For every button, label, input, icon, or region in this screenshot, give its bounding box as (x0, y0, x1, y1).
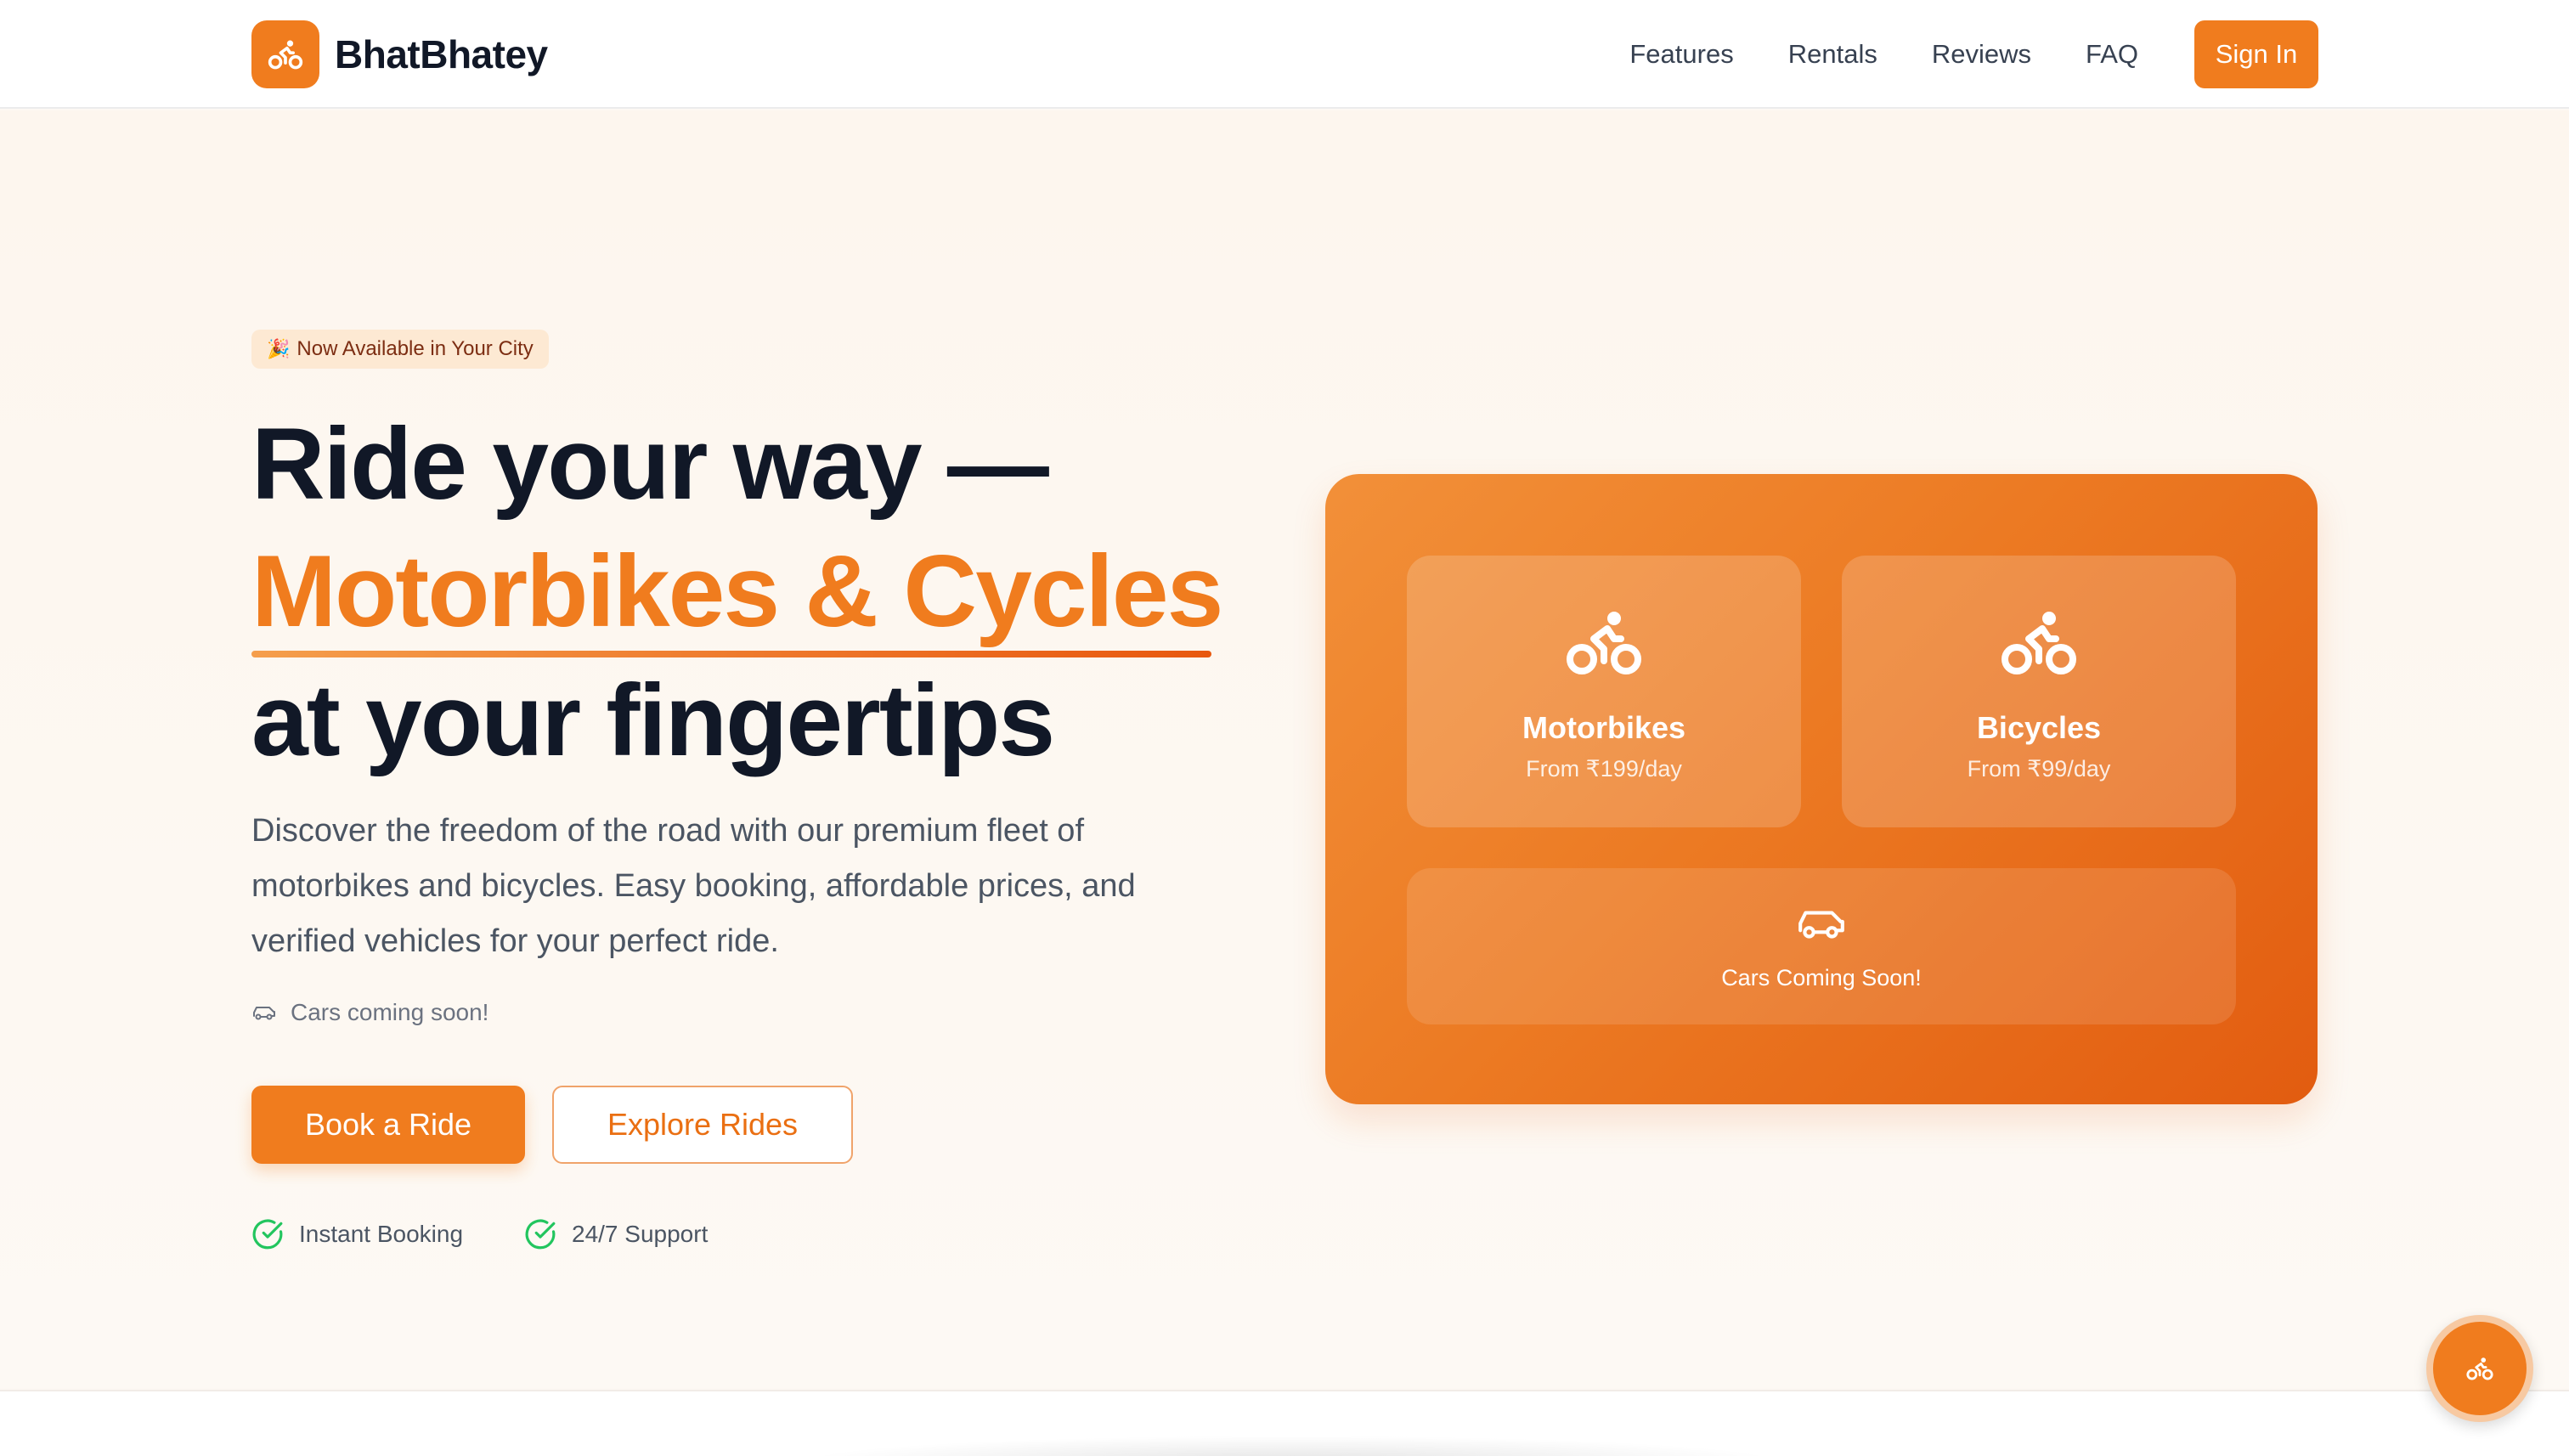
bicycle-icon (1567, 612, 1641, 674)
explore-rides-button[interactable]: Explore Rides (552, 1086, 853, 1164)
tile-cars-coming-soon: Cars Coming Soon! (1407, 868, 2236, 1024)
book-ride-button[interactable]: Book a Ride (251, 1086, 525, 1164)
cars-note-text: Cars coming soon! (291, 999, 489, 1025)
cars-coming-soon-note: Cars coming soon! (251, 999, 488, 1026)
feature-instant-booking: Instant Booking (251, 1218, 463, 1250)
floating-action-button[interactable] (2426, 1315, 2533, 1422)
nav-link-rentals[interactable]: Rentals (1788, 39, 1877, 70)
check-circle-icon (525, 1219, 556, 1250)
tile-bicycles[interactable]: Bicycles From ₹99/day (1842, 556, 2236, 827)
headline-line-2: Motorbikes & Cycles (251, 534, 1223, 648)
car-icon (1798, 911, 1844, 939)
bicycle-icon (2002, 612, 2076, 674)
availability-badge: 🎉 Now Available in Your City (251, 330, 549, 369)
feature-support: 24/7 Support (524, 1218, 708, 1250)
tile-motorbikes[interactable]: Motorbikes From ₹199/day (1407, 556, 1801, 827)
bicycle-icon (2466, 1357, 2493, 1380)
car-icon (253, 1007, 275, 1020)
bicycle-icon (251, 20, 319, 88)
headline-line-3: at your fingertips (251, 663, 1055, 777)
brand[interactable]: BhatBhatey (251, 20, 548, 88)
nav-link-reviews[interactable]: Reviews (1932, 39, 2031, 70)
tile-title: Bicycles (1976, 710, 2102, 745)
sign-in-button[interactable]: Sign In (2194, 20, 2318, 88)
nav-links: Features Rentals Reviews FAQ Sign In (1629, 20, 2318, 88)
tile-title: Motorbikes (1522, 710, 1686, 745)
badge-text: Now Available in Your City (296, 337, 534, 360)
top-navbar: BhatBhatey Features Rentals Reviews FAQ … (0, 0, 2569, 109)
hero-description: Discover the freedom of the road with ou… (251, 813, 1136, 959)
feature-label: Instant Booking (299, 1221, 464, 1247)
headline-underline (251, 651, 1211, 657)
tile-title: Cars Coming Soon! (1721, 965, 1922, 990)
party-popper-icon: 🎉 (267, 338, 291, 359)
check-circle-icon (252, 1219, 283, 1250)
headline-line-1: Ride your way — (251, 407, 1049, 521)
brand-name: BhatBhatey (335, 32, 548, 76)
feature-label: 24/7 Support (572, 1221, 709, 1247)
nav-link-features[interactable]: Features (1629, 39, 1733, 70)
vehicle-showcase-card: Motorbikes From ₹199/day Bicycles From ₹… (1325, 474, 2318, 1104)
tile-price: From ₹99/day (1967, 756, 2111, 782)
nav-link-faq[interactable]: FAQ (2086, 39, 2138, 70)
tile-price: From ₹199/day (1526, 756, 1682, 782)
